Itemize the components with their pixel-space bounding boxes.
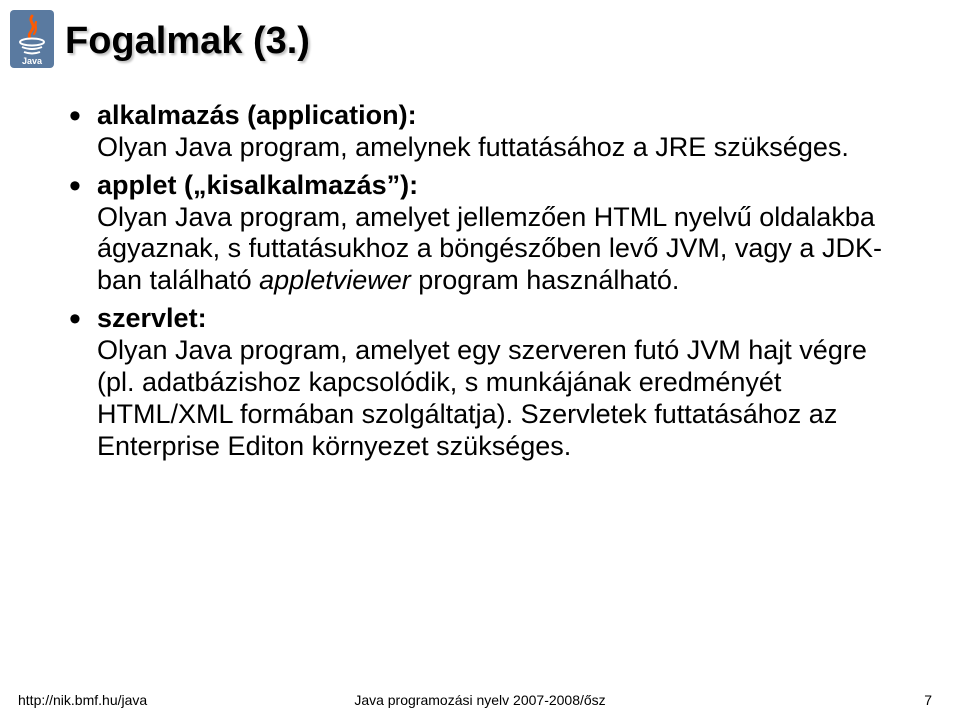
bullet-list: alkalmazás (application):Olyan Java prog… [65, 100, 910, 462]
text: Olyan Java program, amelynek futtatásáho… [97, 132, 849, 162]
footer-course: Java programozási nyelv 2007-2008/ősz [354, 692, 605, 708]
footer-url: http://nik.bmf.hu/java [18, 692, 147, 708]
slide-content: alkalmazás (application):Olyan Java prog… [65, 100, 910, 468]
page-title: Fogalmak (3.) [65, 20, 310, 63]
bullet-item: alkalmazás (application):Olyan Java prog… [65, 100, 910, 164]
term: szervlet: [97, 303, 207, 333]
svg-text:Java: Java [22, 56, 43, 66]
bullet-item: szervlet:Olyan Java program, amelyet egy… [65, 303, 910, 462]
java-logo-icon: Java [10, 10, 54, 68]
definition: Olyan Java program, amelyet egy szervere… [97, 335, 910, 462]
text: program használható. [411, 265, 680, 295]
italic-text: appletviewer [259, 265, 411, 295]
text: Olyan Java program, amelyet egy szervere… [97, 335, 867, 461]
definition: Olyan Java program, amelyet jellemzően H… [97, 202, 910, 298]
bullet-item: applet („kisalkalmazás”):Olyan Java prog… [65, 170, 910, 297]
term: alkalmazás (application): [97, 100, 417, 130]
page-number: 7 [924, 692, 932, 708]
definition: Olyan Java program, amelynek futtatásáho… [97, 132, 910, 164]
term: applet („kisalkalmazás”): [97, 170, 418, 200]
